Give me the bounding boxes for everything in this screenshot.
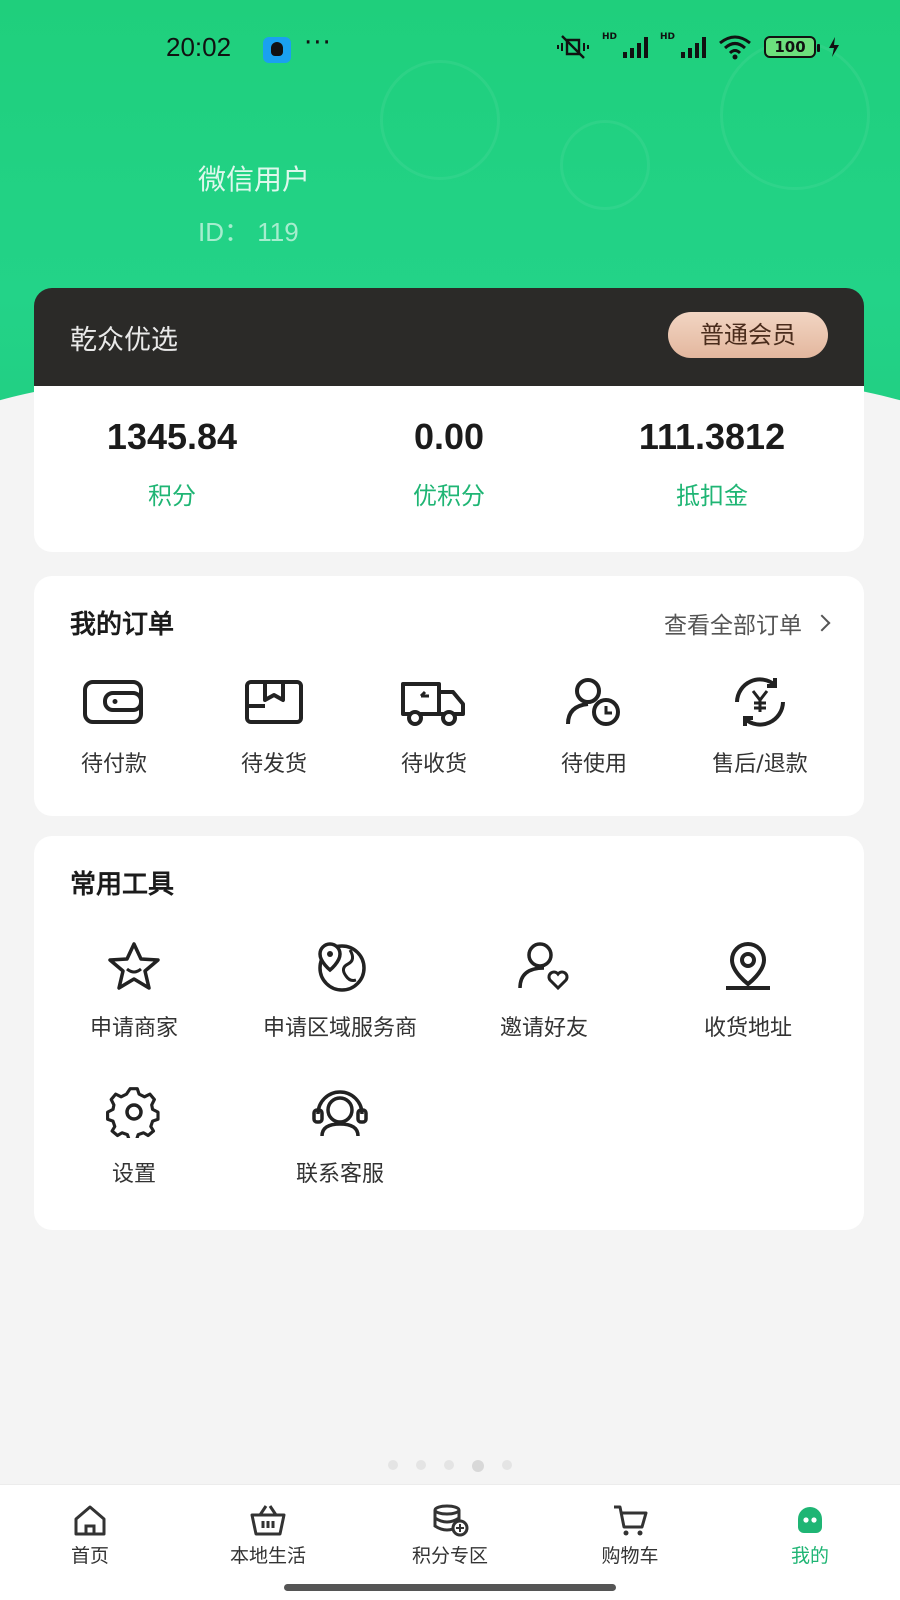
tool-settings[interactable]: 设置: [34, 1086, 234, 1188]
tool-shipping-address[interactable]: 收货地址: [648, 940, 848, 1042]
tool-label: 设置: [111, 1162, 156, 1187]
chevron-right-icon: [813, 614, 831, 632]
stat-value: 0.00: [413, 416, 485, 457]
home-icon: [74, 1505, 106, 1536]
tab-points-zone[interactable]: 积分专区: [380, 1503, 520, 1568]
tab-cart[interactable]: 购物车: [560, 1503, 700, 1568]
headset-icon: [312, 1090, 368, 1137]
member-level-badge[interactable]: 普通会员: [668, 312, 828, 358]
view-all-orders-link[interactable]: 查看全部订单: [664, 606, 831, 640]
charging-icon: [829, 37, 839, 57]
tool-apply-regional-provider[interactable]: 申请区域服务商: [240, 940, 440, 1042]
status-time: 20:02: [166, 32, 232, 62]
signal-icon: [681, 36, 706, 58]
stat-premium-points[interactable]: 0.00 优积分: [311, 416, 587, 511]
order-pending-use[interactable]: 待使用: [524, 676, 664, 778]
wallet-icon: [83, 680, 143, 724]
bottom-tab-bar: 首页 本地生活 积分专区 购物车 我的: [0, 1484, 900, 1600]
profile-icon: [798, 1507, 822, 1533]
tool-label: 收货地址: [703, 1016, 792, 1041]
tools-panel: 常用工具 申请商家 申请区域服务商 邀请好友 收货地址 设置 联系客服: [34, 836, 864, 1230]
order-after-sales-refund[interactable]: 售后/退款: [680, 676, 840, 778]
order-pending-receipt[interactable]: 待收货: [364, 676, 504, 778]
tab-label: 我的: [790, 1545, 829, 1567]
tab-label: 首页: [70, 1545, 109, 1567]
balance-stats: 1345.84 积分 0.00 优积分 111.3812 抵扣金: [34, 386, 864, 552]
package-icon: [245, 680, 303, 724]
order-label: 待付款: [80, 752, 147, 777]
battery-icon: 100: [764, 36, 820, 58]
orders-title: 我的订单: [70, 610, 175, 640]
background-decoration: [560, 120, 650, 210]
stat-label: 积分: [148, 482, 196, 510]
orders-panel: 我的订单 查看全部订单 待付款 待发货 待收货 待使用 售后/退款: [34, 576, 864, 816]
order-pending-payment[interactable]: 待付款: [44, 676, 184, 778]
user-nickname[interactable]: 微信用户: [198, 158, 310, 198]
tab-label: 积分专区: [411, 1545, 488, 1567]
stat-value: 1345.84: [106, 416, 238, 457]
tool-customer-service[interactable]: 联系客服: [240, 1086, 440, 1188]
coins-icon: [433, 1504, 469, 1537]
stat-points[interactable]: 1345.84 积分: [34, 416, 310, 511]
tool-label: 邀请好友: [499, 1016, 588, 1041]
order-label: 待使用: [560, 752, 627, 777]
view-all-orders-label: 查看全部订单: [664, 613, 802, 639]
tab-label: 本地生活: [229, 1545, 306, 1567]
star-icon: [108, 942, 160, 990]
basket-icon: [250, 1505, 286, 1536]
tab-home[interactable]: 首页: [20, 1503, 160, 1568]
page-indicator: [0, 1460, 900, 1472]
membership-card: 乾众优选 普通会员: [34, 288, 864, 386]
home-indicator[interactable]: [284, 1584, 616, 1591]
tab-local-life[interactable]: 本地生活: [198, 1503, 338, 1568]
hd-badge: HD: [659, 32, 675, 42]
order-label: 待收货: [400, 752, 467, 777]
tool-label: 申请商家: [89, 1016, 178, 1041]
order-pending-shipment[interactable]: 待发货: [204, 676, 344, 778]
tools-title: 常用工具: [70, 870, 175, 900]
map-pin-globe-icon: [318, 942, 366, 992]
tool-invite-friends[interactable]: 邀请好友: [444, 940, 644, 1042]
qq-notification-icon: [263, 37, 291, 63]
user-id: ID： 119: [198, 217, 299, 247]
status-bar: 20:02 ··· HD HD 100: [0, 28, 900, 70]
stat-label: 优积分: [413, 482, 485, 510]
truck-icon: [401, 682, 465, 726]
order-label: 售后/退款: [712, 752, 808, 777]
stat-value: 111.3812: [638, 416, 786, 457]
user-clock-icon: [566, 678, 620, 726]
tool-label: 联系客服: [295, 1162, 384, 1187]
user-heart-icon: [518, 942, 569, 991]
vibrate-mute-icon: [556, 35, 589, 59]
tab-label: 购物车: [601, 1545, 659, 1567]
more-notifications-icon: ···: [304, 28, 332, 58]
background-decoration: [380, 60, 500, 180]
location-icon: [726, 941, 770, 990]
tool-apply-merchant[interactable]: 申请商家: [34, 940, 234, 1042]
hd-badge: HD: [601, 32, 617, 42]
stat-deduction-credit[interactable]: 111.3812 抵扣金: [574, 416, 850, 511]
tool-label: 申请区域服务商: [262, 1016, 417, 1041]
signal-icon: [622, 36, 648, 58]
order-label: 待发货: [240, 752, 307, 777]
stat-label: 抵扣金: [676, 482, 748, 510]
status-indicators: HD HD 100: [556, 32, 840, 60]
cart-icon: [614, 1505, 648, 1536]
wifi-icon: [719, 35, 751, 60]
store-name: 乾众优选: [70, 325, 178, 356]
gear-icon: [106, 1087, 160, 1138]
tab-mine[interactable]: 我的: [740, 1503, 880, 1568]
refund-icon: [735, 677, 785, 727]
